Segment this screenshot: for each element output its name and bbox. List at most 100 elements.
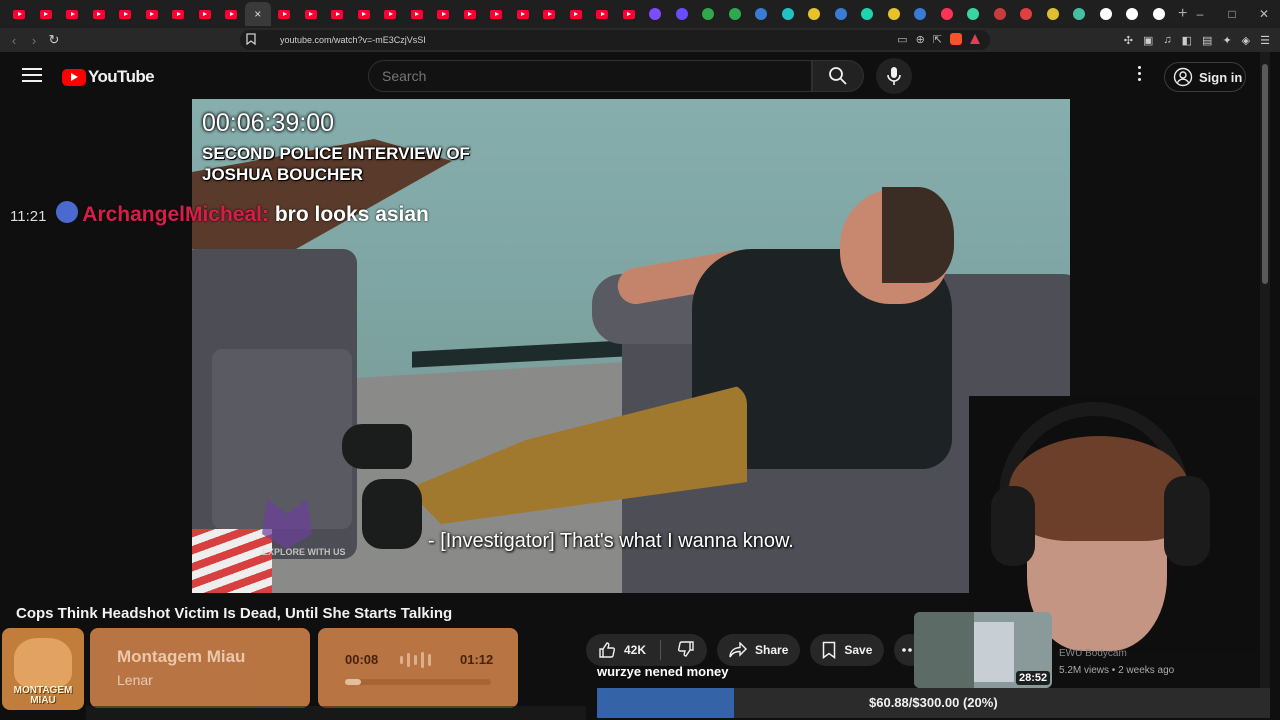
browser-tab[interactable] — [192, 2, 219, 26]
browser-tab[interactable] — [1040, 2, 1067, 26]
album-cover-text: MONTAGEM MIAU — [13, 685, 73, 706]
browser-tab[interactable] — [616, 2, 643, 26]
site-favicon-icon — [755, 8, 768, 20]
voice-search-button[interactable] — [876, 58, 912, 94]
browser-tab[interactable] — [1146, 2, 1173, 26]
webcam-earcup-left — [991, 486, 1035, 566]
browser-tab[interactable] — [6, 2, 33, 26]
back-icon[interactable]: ‹ — [4, 33, 24, 48]
recommended-video-duration: 28:52 — [1016, 671, 1051, 685]
browser-tab[interactable] — [881, 2, 908, 26]
browser-tab[interactable] — [298, 2, 325, 26]
browser-tab[interactable] — [536, 2, 563, 26]
site-favicon-icon — [1099, 8, 1112, 20]
browser-tab[interactable] — [907, 2, 934, 26]
browser-tab[interactable] — [59, 2, 86, 26]
brave-rewards-icon[interactable] — [970, 34, 980, 44]
like-icon[interactable] — [598, 641, 616, 659]
browser-tab[interactable] — [1119, 2, 1146, 26]
install-icon[interactable]: ▭ — [897, 33, 907, 46]
youtube-tab-icon — [490, 9, 503, 19]
dislike-button[interactable] — [673, 640, 707, 661]
browser-tab[interactable] — [457, 2, 484, 26]
browser-tab[interactable] — [324, 2, 351, 26]
site-favicon-icon — [1020, 8, 1033, 20]
browser-tab[interactable] — [960, 2, 987, 26]
browser-tab[interactable] — [987, 2, 1014, 26]
browser-tab[interactable] — [377, 2, 404, 26]
search-input[interactable] — [369, 61, 789, 91]
sign-in-button[interactable]: Sign in — [1164, 62, 1246, 92]
maximize-button[interactable]: □ — [1216, 0, 1248, 28]
site-favicon-icon — [675, 8, 688, 20]
browser-tab[interactable] — [695, 2, 722, 26]
brave-shields-icon[interactable] — [950, 33, 962, 45]
search-button[interactable] — [812, 60, 864, 92]
browser-tab[interactable] — [642, 2, 669, 26]
leo-icon[interactable]: ✦ — [1222, 34, 1231, 47]
browser-tab[interactable] — [86, 2, 113, 26]
browser-tab[interactable] — [33, 2, 60, 26]
forward-icon[interactable]: › — [24, 33, 44, 48]
browser-tab[interactable]: × — [244, 2, 271, 26]
scrollbar-thumb[interactable] — [1262, 64, 1268, 284]
browser-tab[interactable] — [934, 2, 961, 26]
vpn-icon[interactable]: ◈ — [1242, 34, 1250, 47]
reload-icon[interactable]: ↻ — [44, 32, 64, 48]
browser-tab[interactable] — [165, 2, 192, 26]
hamburger-menu-icon[interactable] — [22, 68, 42, 86]
bookmark-icon[interactable] — [246, 32, 260, 48]
browser-tab[interactable] — [801, 2, 828, 26]
browser-tab[interactable] — [271, 2, 298, 26]
pip-icon[interactable]: ▣ — [1143, 34, 1153, 47]
browser-tab[interactable] — [1093, 2, 1120, 26]
music-progress-fill — [345, 679, 362, 685]
browser-tab[interactable] — [404, 2, 431, 26]
sidebar-icon[interactable]: ◧ — [1182, 34, 1192, 47]
browser-tab[interactable] — [1066, 2, 1093, 26]
address-bar[interactable]: youtube.com/watch?v=-mE3CzjVsSI ▭ ⊕ ⇱ — [240, 30, 990, 50]
video-shoe — [362, 479, 422, 549]
music-progress-widget: 00:08 01:12 — [318, 628, 518, 708]
browser-tab[interactable] — [351, 2, 378, 26]
zoom-icon[interactable]: ⊕ — [916, 33, 925, 46]
close-window-button[interactable]: ✕ — [1248, 0, 1280, 28]
settings-menu-icon[interactable] — [1138, 66, 1144, 84]
tab-close-icon[interactable]: × — [254, 7, 261, 21]
browser-tab[interactable] — [669, 2, 696, 26]
browser-tab[interactable] — [218, 2, 245, 26]
browser-tab[interactable] — [112, 2, 139, 26]
browser-tab[interactable] — [722, 2, 749, 26]
donation-goal-fill — [597, 688, 734, 718]
video-title: Cops Think Headshot Victim Is Dead, Unti… — [16, 605, 453, 622]
url-text[interactable]: youtube.com/watch?v=-mE3CzjVsSI — [280, 35, 426, 45]
browser-tab[interactable] — [1013, 2, 1040, 26]
minimize-button[interactable]: – — [1184, 0, 1216, 28]
browser-tab[interactable] — [775, 2, 802, 26]
media-icon[interactable]: ♫ — [1163, 34, 1171, 47]
recommended-video-channel[interactable]: EWU Bodycam — [1059, 648, 1127, 659]
share-page-icon[interactable]: ⇱ — [933, 33, 942, 46]
like-count[interactable]: 42K — [624, 643, 646, 657]
youtube-logo[interactable]: YouTube — [62, 67, 155, 87]
browser-tab[interactable] — [563, 2, 590, 26]
browser-tab[interactable] — [483, 2, 510, 26]
browser-tab[interactable] — [828, 2, 855, 26]
search-field[interactable] — [368, 60, 812, 92]
music-now-playing: Montagem Miau Lenar — [90, 628, 310, 708]
browser-tab[interactable] — [589, 2, 616, 26]
video-player[interactable]: EXPLORE WITH US 00:06:39:00 SECOND POLIC… — [192, 99, 1070, 593]
browser-tab[interactable] — [748, 2, 775, 26]
save-button[interactable]: Save — [810, 634, 885, 666]
browser-tab[interactable] — [139, 2, 166, 26]
share-button[interactable]: Share — [717, 634, 801, 666]
menu-icon[interactable]: ☰ — [1260, 34, 1270, 47]
extension-puzzle-icon[interactable]: ✣ — [1124, 34, 1133, 47]
browser-tab[interactable] — [430, 2, 457, 26]
browser-tab[interactable] — [854, 2, 881, 26]
wallet-icon[interactable]: ▤ — [1202, 34, 1212, 47]
video-shoe — [342, 424, 412, 469]
youtube-tab-icon — [39, 9, 52, 19]
page-scrollbar[interactable] — [1260, 52, 1270, 688]
browser-tab[interactable] — [510, 2, 537, 26]
